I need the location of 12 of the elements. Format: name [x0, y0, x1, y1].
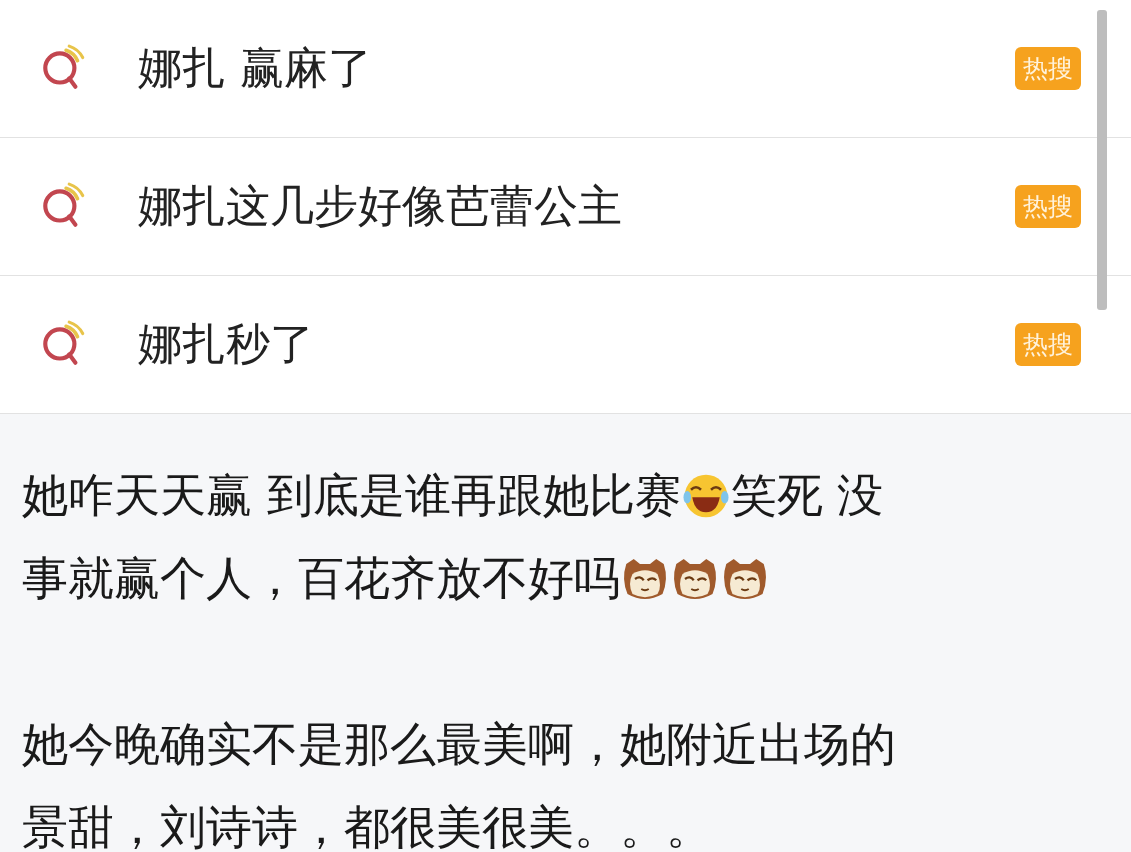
- comment-text: 笑死 没: [730, 467, 884, 524]
- search-query: 娜扎这几步好像芭蕾公主: [138, 179, 623, 233]
- hot-badge: 热搜: [1015, 185, 1081, 228]
- comment-text: 事就赢个人，百花齐放不好吗: [22, 550, 620, 607]
- hot-badge: 热搜: [1015, 47, 1081, 90]
- scrollbar[interactable]: [1097, 10, 1107, 310]
- comment-text: 她咋天天赢 到底是谁再跟她比赛: [22, 467, 681, 524]
- comment-text: 景甜，刘诗诗，都很美很美。。。: [22, 799, 712, 852]
- comment-text: 她今晚确实不是那么最美啊，她附近出场的: [22, 716, 896, 773]
- hot-badge: 热搜: [1015, 323, 1081, 366]
- search-query: 娜扎秒了: [138, 317, 315, 371]
- search-query: 娜扎 赢麻了: [138, 41, 373, 95]
